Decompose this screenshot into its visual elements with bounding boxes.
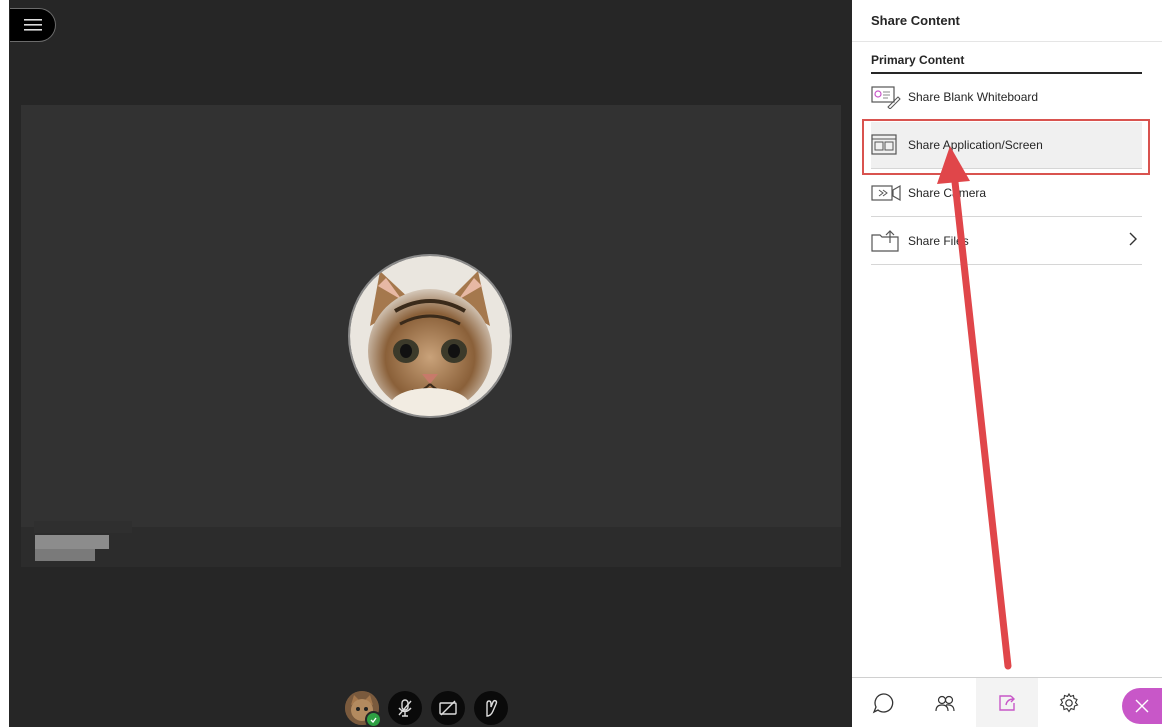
session-menu-button[interactable] [10,8,56,42]
microphone-toggle[interactable] [388,691,422,725]
close-panel-button[interactable] [1122,687,1162,724]
close-icon [1135,699,1149,712]
item-label: Share Camera [908,186,987,200]
item-label: Share Files [908,234,969,248]
camera-share-icon [871,181,901,205]
tab-chat[interactable] [852,678,914,727]
share-camera-item[interactable]: Share Camera [871,170,1142,217]
tab-close-wrap [1100,678,1162,727]
blurred-name [34,521,132,533]
collaborate-panel-tabs: 2 [852,677,1162,727]
share-blank-whiteboard-item[interactable]: Share Blank Whiteboard [871,74,1142,121]
item-label: Share Application/Screen [908,138,1043,152]
tab-attendees[interactable]: 2 [914,678,1004,727]
chevron-right-icon [1128,232,1138,251]
blurred-name [35,549,95,561]
whiteboard-icon [871,85,901,109]
section-heading: Primary Content [871,53,965,67]
divider [852,41,1162,42]
chat-icon [872,692,894,713]
files-icon [871,229,901,253]
item-label: Share Blank Whiteboard [908,90,1039,104]
camera-off-icon [439,700,457,716]
attendees-icon [935,695,955,711]
share-content-icon [999,694,1015,711]
camera-toggle[interactable] [431,691,465,725]
my-status-button[interactable] [345,691,382,727]
video-stage [0,0,852,727]
window-edge [0,0,9,727]
microphone-muted-icon [398,699,412,717]
participant-avatar [348,254,512,418]
media-controls [345,691,508,727]
panel-title: Share Content [871,13,960,28]
tab-share-content[interactable] [976,678,1038,727]
raise-hand-button[interactable] [474,691,508,725]
settings-icon [1059,692,1079,712]
share-content-panel: Share Content Primary Content Share Blan… [852,0,1162,727]
blurred-name [35,535,109,549]
share-application-screen-item[interactable]: Share Application/Screen [871,122,1142,169]
participant-name-bar [21,521,841,567]
tab-settings[interactable] [1038,678,1100,727]
cat-photo-icon [350,256,510,416]
hamburger-icon [24,19,42,31]
raise-hand-icon [486,699,498,717]
share-files-item[interactable]: Share Files [871,218,1142,265]
status-ok-icon [365,711,382,727]
application-screen-icon [871,133,901,157]
